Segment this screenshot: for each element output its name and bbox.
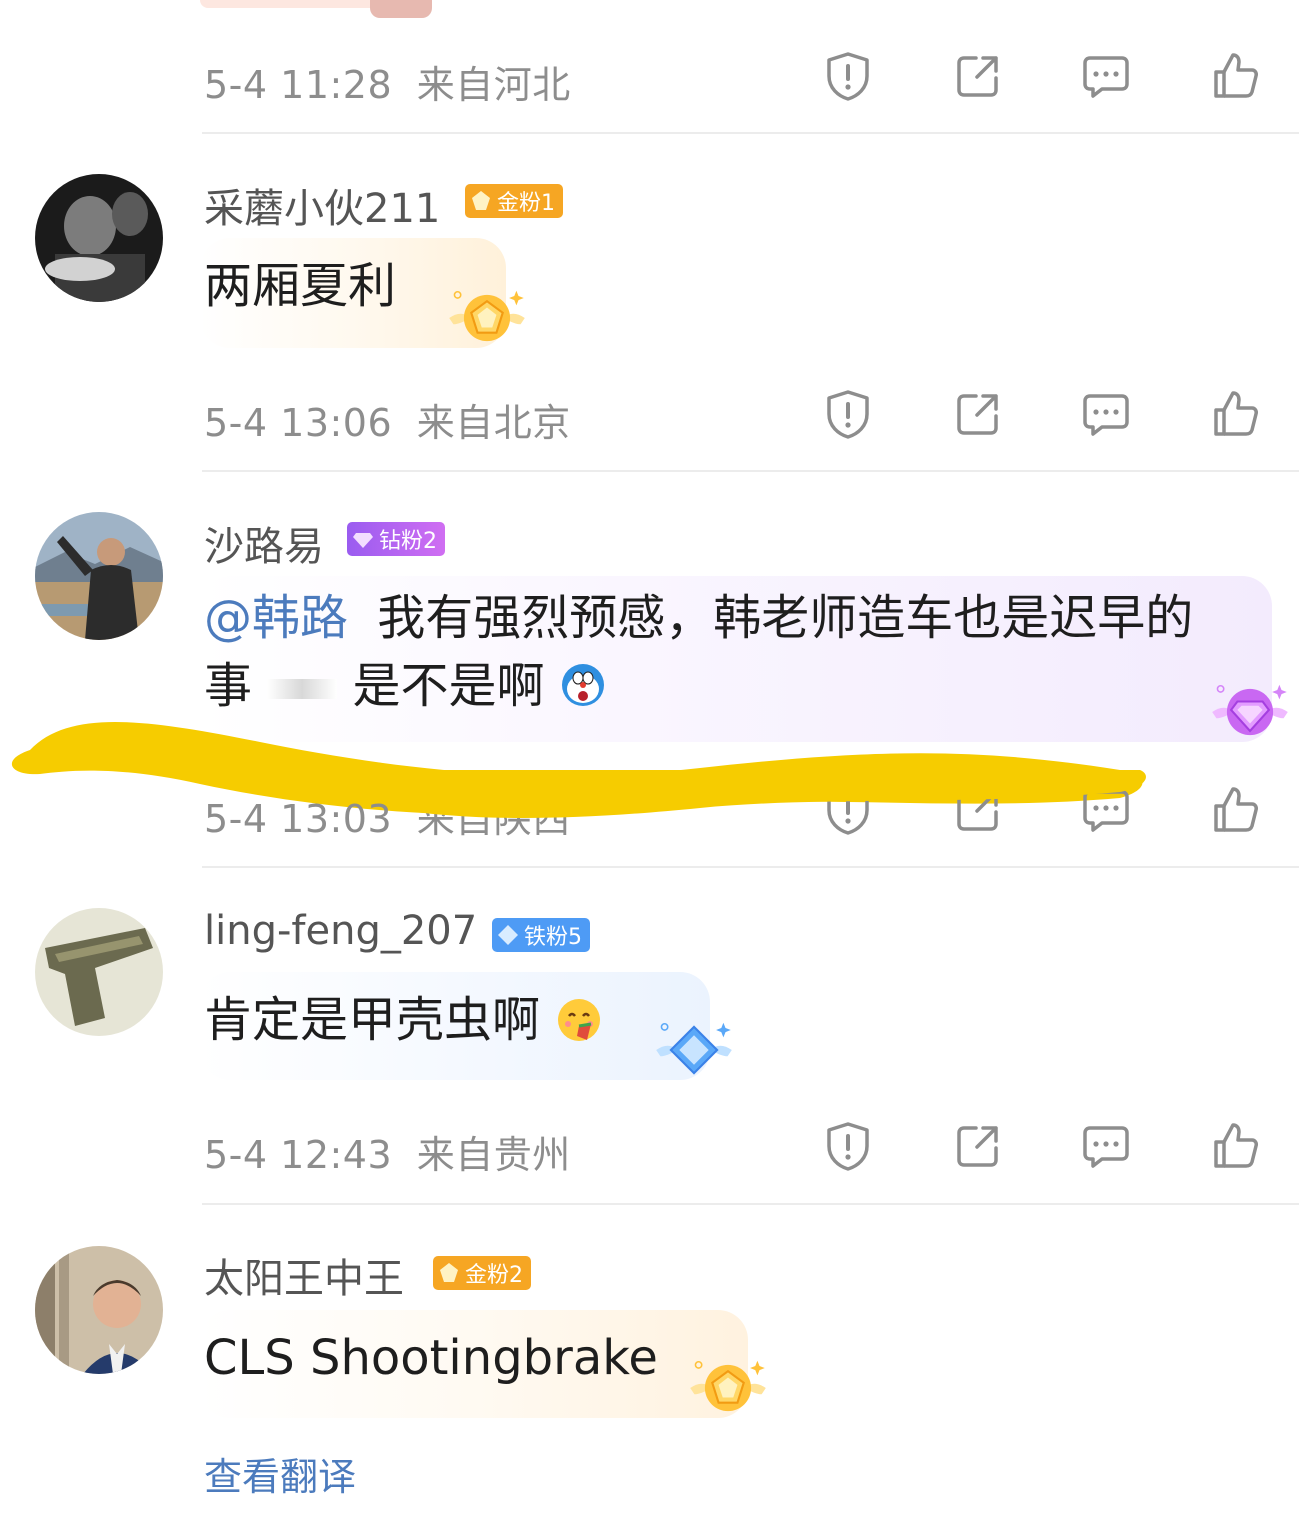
comment-location: 来自贵州	[416, 1133, 571, 1177]
username[interactable]: ling-feng_207	[204, 908, 477, 954]
comment-location: 来自北京	[416, 401, 571, 445]
comment-meta: 5-4 12:43 来自贵州	[204, 1124, 571, 1179]
comment-text: @韩路 我有强烈预感，韩老师造车也是迟早的	[204, 586, 1193, 650]
comment-text: CLS Shootingbrake	[204, 1330, 658, 1386]
share-icon[interactable]	[950, 48, 1006, 104]
badge-label: 铁粉5	[524, 925, 582, 950]
comment-location: 来自河北	[416, 63, 571, 107]
partial-top-image	[200, 0, 440, 18]
badge-gem-icon	[440, 1263, 458, 1282]
comment-text-line1: 我有强烈预感，韩老师造车也是迟早的	[377, 590, 1194, 646]
yummy-face-emoji-icon	[558, 999, 601, 1041]
divider	[202, 470, 1299, 472]
comment-meta-row: 5-4 12:43 来自贵州	[0, 1108, 1299, 1188]
divider	[202, 866, 1299, 868]
report-icon[interactable]	[820, 48, 876, 104]
username[interactable]: 沙路易	[204, 514, 324, 572]
share-icon[interactable]	[950, 1118, 1006, 1174]
report-icon[interactable]	[820, 386, 876, 442]
report-icon[interactable]	[820, 1118, 876, 1174]
reply-icon[interactable]	[1078, 386, 1134, 442]
comment-text: 两厢夏利	[204, 258, 397, 314]
comment-meta: 5-4 13:06 来自北京	[204, 392, 571, 447]
iron-fan-emblem-icon	[652, 1018, 736, 1082]
fan-badge-diamond: 钻粉2	[347, 522, 445, 556]
badge-label: 金粉1	[497, 191, 555, 216]
comment-timestamp: 5-4 11:28	[204, 63, 393, 107]
share-icon[interactable]	[950, 386, 1006, 442]
view-translation-link[interactable]: 查看翻译	[204, 1446, 356, 1501]
avatar-gun-photo[interactable]	[35, 908, 163, 1036]
badge-label: 钻粉2	[379, 529, 437, 554]
divider	[202, 132, 1299, 134]
username[interactable]: 太阳王中王	[204, 1246, 404, 1304]
fan-badge-iron: 铁粉5	[492, 918, 590, 952]
badge-gem-icon	[498, 925, 518, 945]
like-icon[interactable]	[1208, 386, 1264, 442]
gold-fan-emblem-icon	[686, 1356, 770, 1420]
comment-text-content: 肯定是甲壳虫啊	[204, 992, 541, 1048]
gold-fan-emblem-icon	[445, 286, 529, 350]
divider	[202, 1203, 1299, 1205]
username[interactable]: 采蘑小伙211	[204, 176, 440, 234]
yellow-scribble-overlay	[400, 770, 1146, 818]
badge-gem-icon	[472, 191, 490, 210]
fan-badge-gold: 金粉2	[433, 1256, 531, 1290]
comment-meta: 5-4 11:28 来自河北	[204, 54, 571, 109]
avatar-dark-photo[interactable]	[35, 174, 163, 302]
reply-icon[interactable]	[1078, 48, 1134, 104]
badge-gem-icon	[353, 533, 373, 548]
comment-timestamp: 5-4 12:43	[204, 1133, 393, 1177]
avatar-man-waving-photo[interactable]	[35, 512, 163, 640]
like-icon[interactable]	[1208, 782, 1264, 838]
comment-text: 肯定是甲壳虫啊	[204, 988, 603, 1052]
comment-timestamp: 5-4 13:06	[204, 401, 393, 445]
comment-meta-row: 5-4 11:28 来自河北	[0, 38, 1299, 118]
comment-meta-row: 5-4 13:06 来自北京	[0, 376, 1299, 456]
badge-label: 金粉2	[465, 1263, 523, 1288]
reply-icon[interactable]	[1078, 1118, 1134, 1174]
avatar-smiling-man-photo[interactable]	[35, 1246, 163, 1374]
diamond-fan-emblem-icon	[1208, 680, 1292, 744]
mention-link[interactable]: @韩路	[204, 590, 348, 646]
like-icon[interactable]	[1208, 1118, 1264, 1174]
fan-badge-gold: 金粉1	[465, 184, 563, 218]
like-icon[interactable]	[1208, 48, 1264, 104]
